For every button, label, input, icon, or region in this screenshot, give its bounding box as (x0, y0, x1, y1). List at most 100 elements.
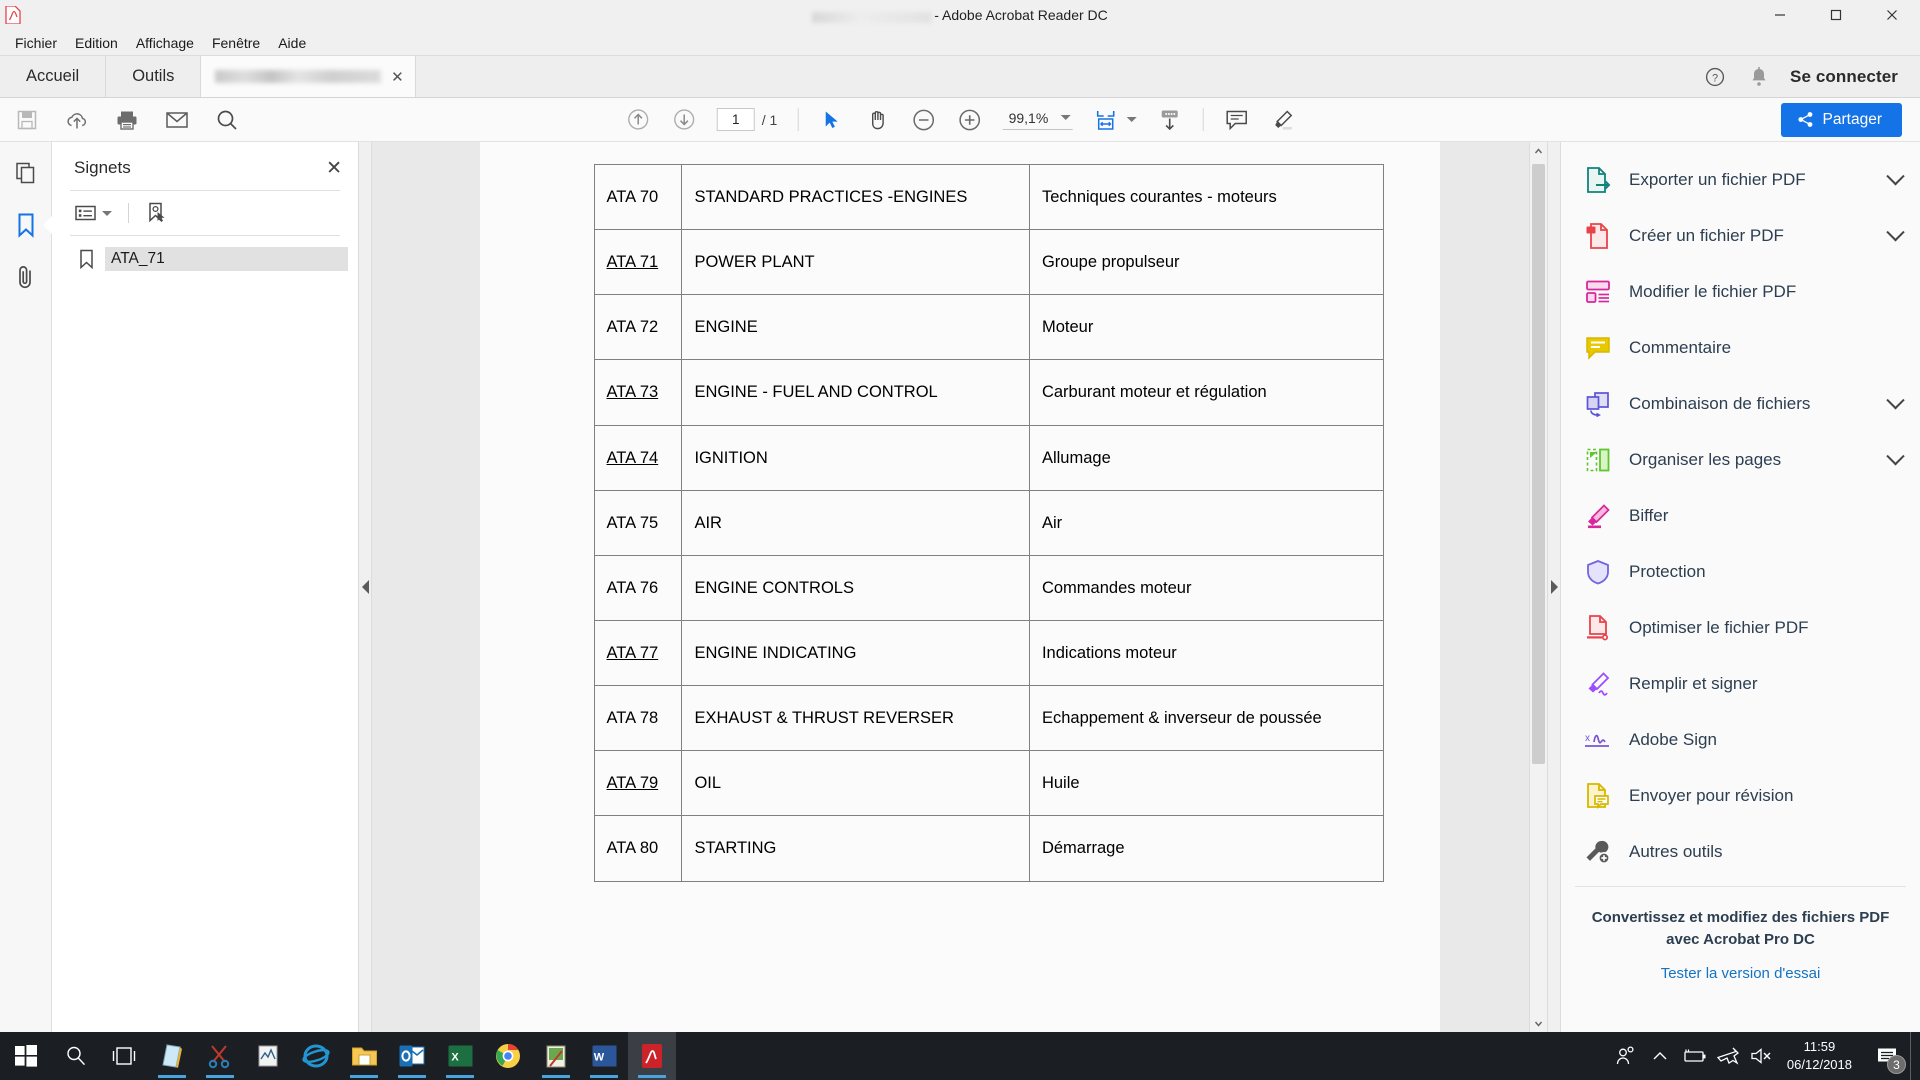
print-icon[interactable] (114, 107, 140, 133)
show-hidden-icons-chevron-up-icon[interactable] (1643, 1032, 1677, 1080)
page-thumbnails-icon[interactable] (11, 158, 41, 188)
ata-code-link[interactable]: ATA 71 (607, 253, 659, 271)
table-row[interactable]: ATA 74 IGNITION Allumage (593, 424, 1384, 491)
ata-code-link[interactable]: ATA 73 (607, 383, 659, 401)
tool-comment[interactable]: Commentaire (1561, 320, 1920, 376)
download-form-icon[interactable] (1156, 107, 1182, 133)
tool-fill-and-sign[interactable]: Remplir et signer (1561, 656, 1920, 712)
collapse-left-panel-handle[interactable] (359, 142, 372, 1032)
upload-cloud-icon[interactable] (64, 107, 90, 133)
table-row[interactable]: ATA 70 STANDARD PRACTICES -ENGINES Techn… (593, 163, 1384, 231)
menu-item-fenetre[interactable]: Fenêtre (203, 31, 269, 55)
people-icon[interactable] (1609, 1032, 1643, 1080)
fit-page-chevron-down-icon[interactable] (1126, 117, 1137, 122)
table-row[interactable]: ATA 76 ENGINE CONTROLS Commandes moteur (593, 554, 1384, 621)
share-button[interactable]: Partager (1780, 102, 1902, 137)
taskbar-word[interactable]: W (580, 1032, 628, 1080)
chevron-down-icon[interactable] (1886, 222, 1905, 241)
taskbar-editor-app[interactable] (532, 1032, 580, 1080)
trial-version-link[interactable]: Tester la version d'essai (1585, 965, 1896, 982)
fit-page-icon[interactable] (1092, 107, 1118, 133)
taskbar-excel[interactable]: X (436, 1032, 484, 1080)
bookmark-item-ata-71[interactable]: ATA_71 (52, 242, 358, 276)
notifications-bell-icon[interactable] (1746, 64, 1772, 90)
table-row[interactable]: ATA 75 AIR Air (593, 489, 1384, 556)
battery-icon[interactable] (1677, 1032, 1711, 1080)
bookmark-options-menu[interactable] (74, 203, 112, 223)
table-row[interactable]: ATA 77 ENGINE INDICATING Indications mot… (593, 619, 1384, 687)
close-window-button[interactable] (1864, 0, 1920, 30)
menu-item-affichage[interactable]: Affichage (127, 31, 203, 55)
scroll-down-icon[interactable] (1530, 1014, 1547, 1032)
comment-icon[interactable] (1223, 107, 1249, 133)
tool-edit-pdf[interactable]: Modifier le fichier PDF (1561, 264, 1920, 320)
collapse-right-panel-handle[interactable] (1547, 142, 1560, 1032)
taskbar-sticky-notes[interactable] (148, 1032, 196, 1080)
hand-tool-icon[interactable] (864, 107, 890, 133)
bookmarks-panel-icon[interactable] (11, 210, 41, 240)
tool-optimize-pdf[interactable]: Optimiser le fichier PDF (1561, 600, 1920, 656)
chevron-down-icon[interactable] (1886, 390, 1905, 409)
maximize-button[interactable] (1808, 0, 1864, 30)
table-row[interactable]: ATA 72 ENGINE Moteur (593, 294, 1384, 361)
menu-item-fichier[interactable]: Fichier (6, 31, 66, 55)
tab-outils[interactable]: Outils (106, 56, 202, 97)
scroll-up-icon[interactable] (1530, 142, 1547, 160)
volume-muted-icon[interactable] (1745, 1032, 1779, 1080)
tab-accueil[interactable]: Accueil (0, 56, 107, 97)
close-bookmarks-panel-icon[interactable]: ✕ (326, 159, 342, 178)
save-icon[interactable] (14, 107, 40, 133)
table-row[interactable]: ATA 73 ENGINE - FUEL AND CONTROL Carbura… (593, 359, 1384, 426)
close-tab-icon[interactable]: ✕ (389, 68, 405, 86)
taskbar-snipping-tool[interactable] (196, 1032, 244, 1080)
taskbar-internet-explorer[interactable] (292, 1032, 340, 1080)
document-viewport[interactable]: ATA 70 STANDARD PRACTICES -ENGINES Techn… (372, 142, 1547, 1032)
tool-protection[interactable]: Protection (1561, 544, 1920, 600)
tool-redact[interactable]: Biffer (1561, 488, 1920, 544)
chevron-down-icon[interactable] (1060, 115, 1071, 120)
tool-more-tools[interactable]: Autres outils (1561, 824, 1920, 880)
attachments-icon[interactable] (11, 262, 41, 292)
chevron-down-icon[interactable] (1886, 446, 1905, 465)
tool-send-for-review[interactable]: Envoyer pour révision (1561, 768, 1920, 824)
tool-adobe-sign[interactable]: x Adobe Sign (1561, 712, 1920, 768)
table-row[interactable]: ATA 79 OIL Huile (593, 750, 1384, 817)
next-page-icon[interactable] (671, 107, 697, 133)
menu-item-aide[interactable]: Aide (269, 31, 315, 55)
start-button[interactable] (0, 1032, 52, 1080)
email-icon[interactable] (164, 107, 190, 133)
taskbar-media-app[interactable] (244, 1032, 292, 1080)
show-desktop-button[interactable] (1910, 1032, 1916, 1080)
tool-combine-files[interactable]: Combinaison de fichiers (1561, 376, 1920, 432)
highlight-icon[interactable] (1269, 107, 1295, 133)
new-bookmark-button[interactable] (145, 201, 169, 225)
scrollbar-thumb[interactable] (1532, 164, 1545, 764)
zoom-level-control[interactable]: 99,1% (1002, 110, 1073, 130)
taskbar-acrobat-reader[interactable] (628, 1032, 676, 1080)
page-number-input[interactable] (716, 108, 755, 131)
table-row[interactable]: ATA 78 EXHAUST & THRUST REVERSER Echappe… (593, 685, 1384, 752)
taskbar-outlook[interactable] (388, 1032, 436, 1080)
select-tool-icon[interactable] (818, 107, 844, 133)
zoom-in-icon[interactable] (956, 107, 982, 133)
task-view-button[interactable] (100, 1032, 148, 1080)
table-row[interactable]: ATA 80 STARTING Démarrage (593, 815, 1384, 882)
document-vertical-scrollbar[interactable] (1529, 142, 1547, 1032)
table-row[interactable]: ATA 71 POWER PLANT Groupe propulseur (593, 229, 1384, 296)
taskbar-chrome[interactable] (484, 1032, 532, 1080)
search-icon[interactable] (214, 107, 240, 133)
sign-in-button[interactable]: Se connecter (1790, 67, 1898, 87)
ata-code-link[interactable]: ATA 74 (607, 449, 659, 467)
ata-code-link[interactable]: ATA 77 (607, 644, 659, 662)
chevron-down-icon[interactable] (1886, 166, 1905, 185)
ata-code-link[interactable]: ATA 79 (607, 774, 659, 792)
tab-document[interactable]: ✕ (201, 56, 417, 97)
taskbar-file-explorer[interactable] (340, 1032, 388, 1080)
minimize-button[interactable] (1752, 0, 1808, 30)
taskbar-search-button[interactable] (52, 1032, 100, 1080)
tool-create-pdf[interactable]: Créer un fichier PDF (1561, 208, 1920, 264)
bookmark-options-chevron-down-icon[interactable] (102, 210, 112, 216)
tool-export-pdf[interactable]: Exporter un fichier PDF (1561, 152, 1920, 208)
previous-page-icon[interactable] (625, 107, 651, 133)
tool-organize-pages[interactable]: Organiser les pages (1561, 432, 1920, 488)
